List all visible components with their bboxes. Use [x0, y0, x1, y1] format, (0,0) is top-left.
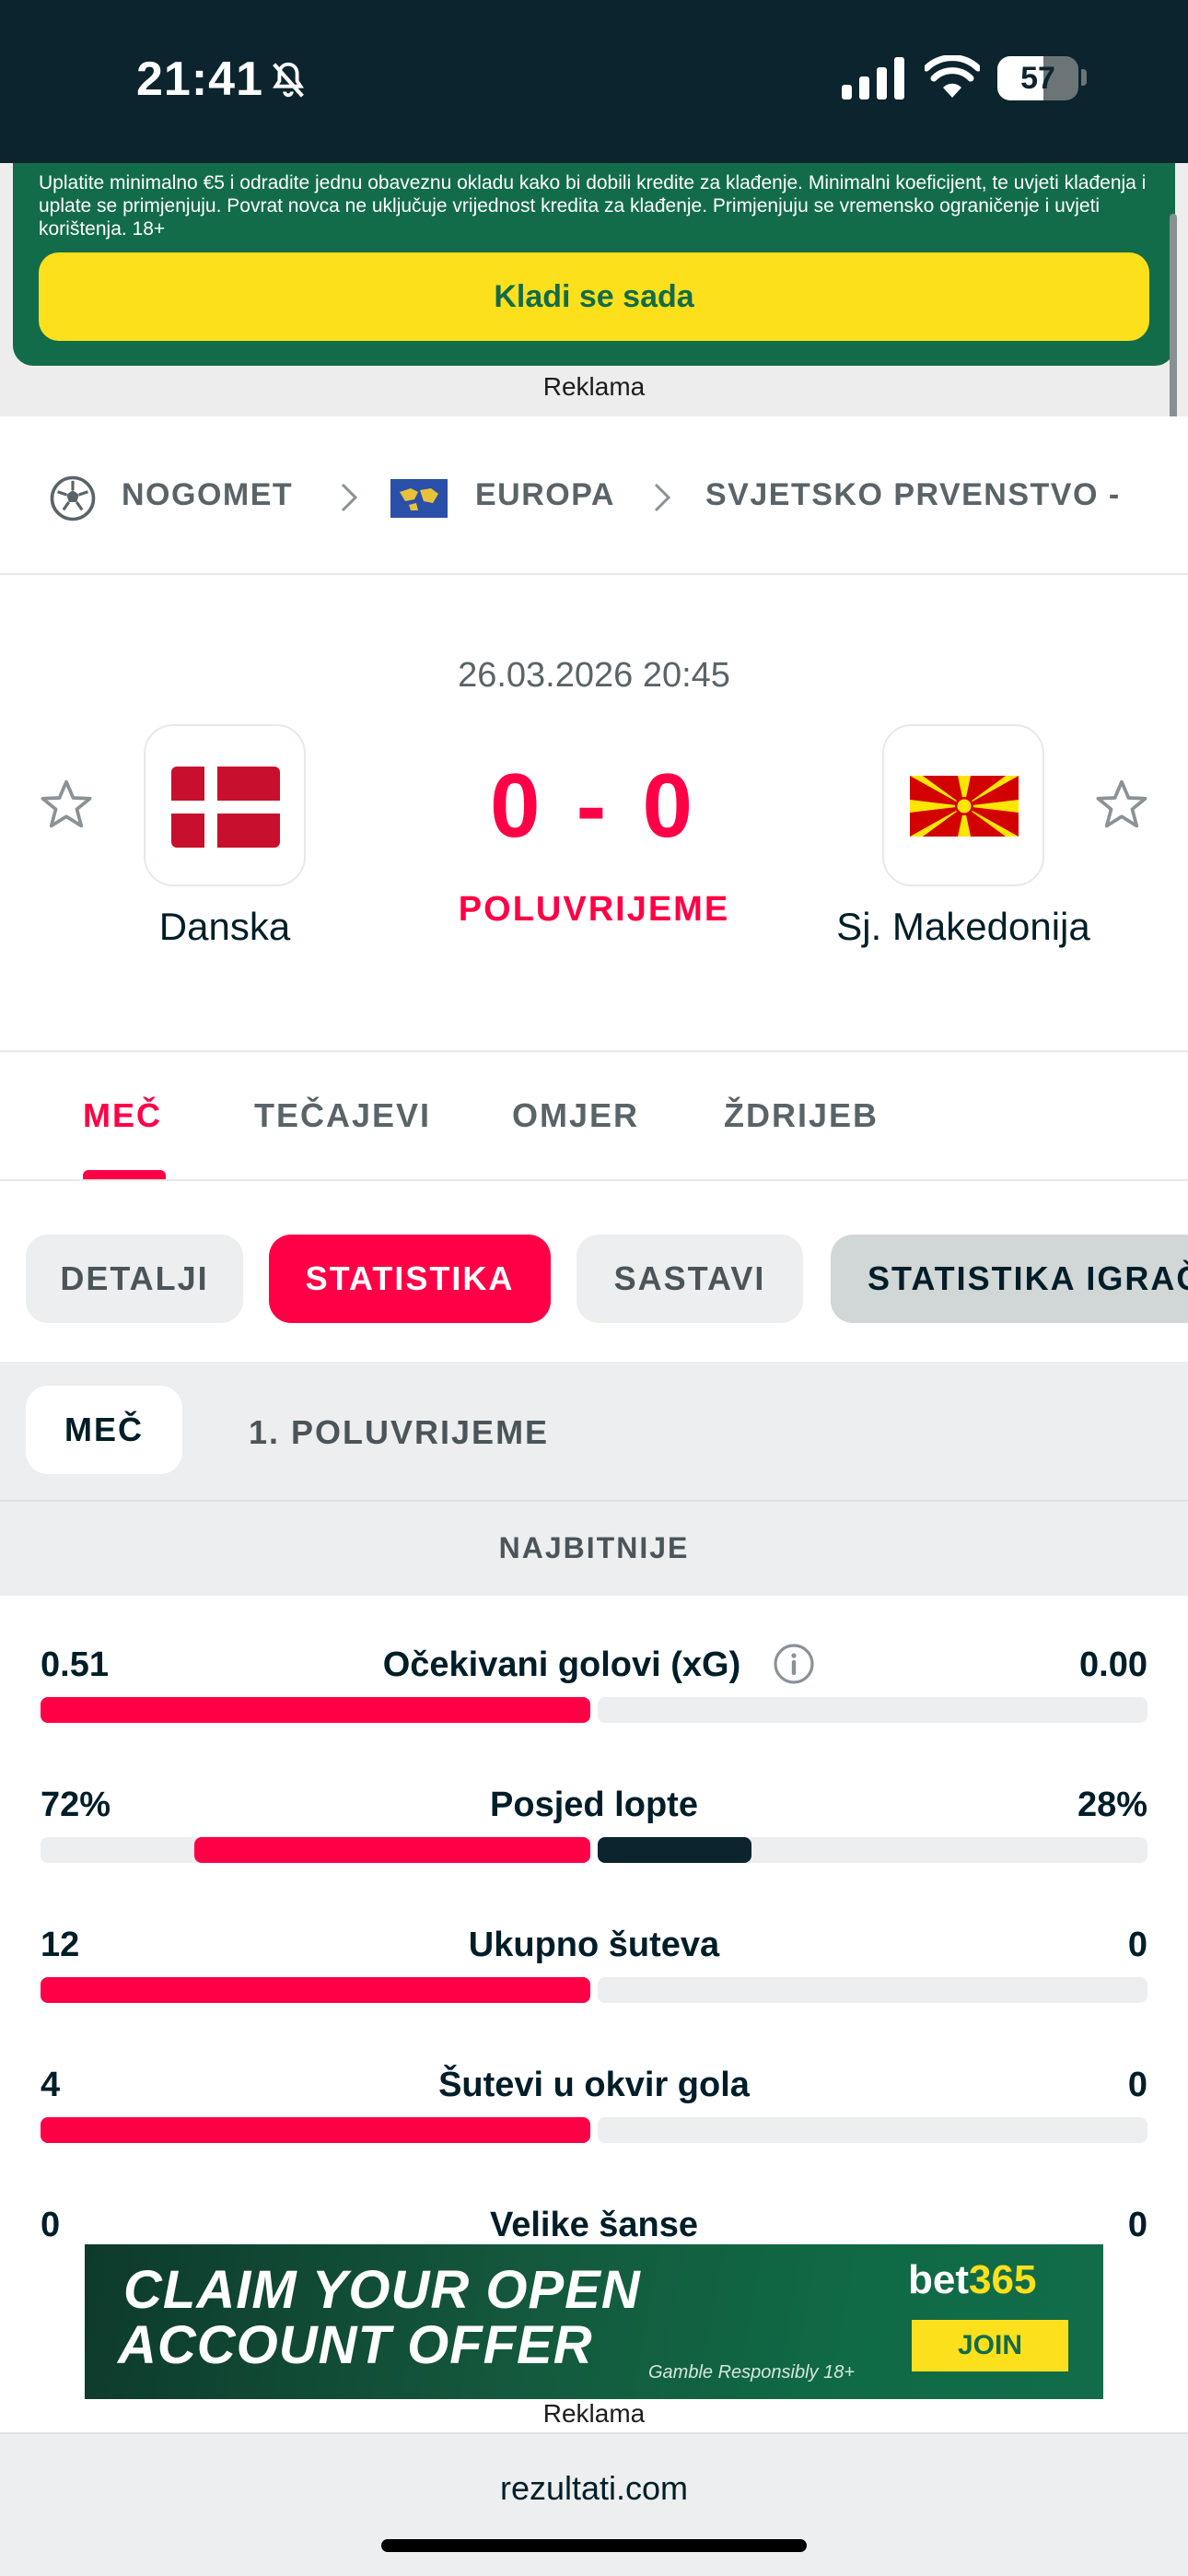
ad-headline-2: ACCOUNT OFFER [118, 2315, 593, 2375]
ad-brand: bet365 [908, 2257, 1036, 2303]
stat-label: Očekivani golovi (xG) [382, 1645, 741, 1684]
bell-slash-icon [273, 62, 304, 98]
ad-headline-1: CLAIM YOUR OPEN [123, 2260, 641, 2320]
ad-join-button[interactable]: JOIN [912, 2320, 1068, 2371]
signal-icon [842, 57, 904, 100]
away-team-name[interactable]: Sj. Makedonija [770, 905, 1157, 949]
breadcrumb-competition[interactable]: SVJETSKO PRVENSTVO - [705, 477, 1129, 513]
tab-match[interactable]: MEČ [83, 1096, 162, 1135]
stat-label: Posjed lopte [490, 1786, 698, 1824]
status-time: 21:41 [136, 53, 263, 106]
info-icon[interactable] [772, 1642, 816, 1686]
stat-label: Ukupno šuteva [468, 1926, 720, 1964]
battery-icon: 57 [997, 56, 1078, 100]
pill-player-stats[interactable]: STATISTIKA IGRAČ [831, 1235, 1188, 1323]
match-date: 26.03.2026 20:45 [458, 656, 730, 695]
stat-home-bar [41, 2117, 590, 2143]
subtab-match[interactable]: MEČ [26, 1386, 182, 1474]
ad-label: Reklama [542, 2399, 646, 2428]
stat-away-bar [598, 1837, 751, 1863]
stat-away-track [598, 1977, 1147, 2003]
home-team-logo[interactable] [144, 724, 306, 886]
pill-details[interactable]: DETALJI [26, 1235, 243, 1323]
subtab-first-half[interactable]: 1. POLUVRIJEME [249, 1413, 549, 1452]
wifi-icon [925, 55, 980, 98]
divider [0, 1179, 1188, 1181]
tab-odds[interactable]: TEČAJEVI [254, 1096, 431, 1135]
promo-terms: Uplatite minimalno €5 i odradite jednu o… [39, 172, 1147, 240]
breadcrumb-sport[interactable]: NOGOMET [122, 477, 293, 513]
section-heading: NAJBITNIJE [0, 1500, 1188, 1592]
star-icon[interactable] [1092, 776, 1151, 835]
battery-cap [1081, 69, 1087, 86]
match-score: 0 - 0 [489, 755, 699, 856]
stat-home-bar [41, 1977, 590, 2003]
stat-away-track [598, 1697, 1147, 1723]
pill-lineups[interactable]: SASTAVI [577, 1235, 803, 1323]
divider [0, 1050, 1188, 1052]
match-status: POLUVRIJEME [458, 890, 730, 929]
chevron-right-icon [654, 483, 671, 512]
star-icon[interactable] [37, 776, 96, 835]
pill-statistics[interactable]: STATISTIKA [269, 1235, 551, 1323]
breadcrumb-region[interactable]: EUROPA [475, 477, 615, 513]
stat-home-bar [41, 1697, 590, 1723]
denmark-flag-icon [171, 767, 280, 848]
site-url: rezultati.com [499, 2469, 689, 2507]
away-team-logo[interactable] [882, 724, 1044, 886]
ad-brand-a: bet [908, 2257, 969, 2302]
stat-label: Velike šanse [489, 2206, 699, 2244]
home-team-name[interactable]: Danska [31, 905, 418, 949]
battery-percent: 57 [1020, 61, 1055, 96]
ad-fine-print: Gamble Responsibly 18+ [648, 2362, 856, 2383]
chevron-right-icon [341, 483, 358, 512]
tab-h2h[interactable]: OMJER [512, 1096, 639, 1135]
stat-away-track [598, 2117, 1147, 2143]
ad-label: Reklama [542, 372, 646, 401]
europe-flag-icon [390, 479, 448, 518]
stat-label: Šutevi u okvir gola [438, 2066, 750, 2104]
north-macedonia-flag-icon [910, 776, 1019, 837]
soccer-ball-icon [50, 475, 96, 521]
stat-home-bar [194, 1837, 590, 1863]
home-indicator[interactable] [381, 2539, 807, 2552]
tab-draw[interactable]: ŽDRIJEB [724, 1096, 879, 1135]
ad-brand-b: 365 [969, 2257, 1037, 2302]
bet-now-button[interactable]: Kladi se sada [39, 252, 1149, 341]
